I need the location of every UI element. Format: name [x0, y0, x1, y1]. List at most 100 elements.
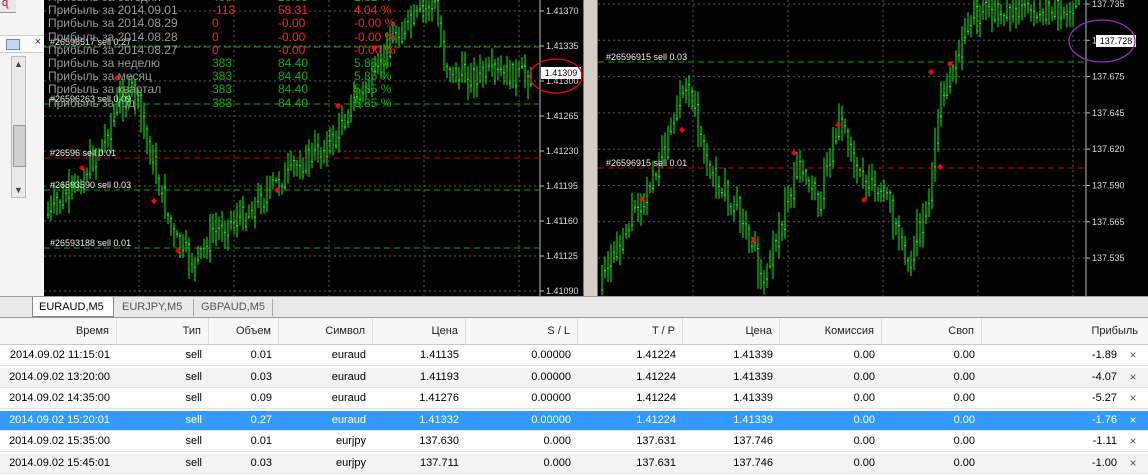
axis-tick-label: 1.41090 [546, 286, 579, 296]
table-cell: 0.00000 [531, 413, 571, 426]
table-cell: 2014.09.02 15:45:01 [9, 456, 110, 469]
overlay-value-3: -0.00 % [354, 16, 396, 31]
table-cell: 1.41339 [733, 370, 773, 383]
column-header[interactable]: Тип [117, 318, 209, 344]
table-cell: 0.03 [250, 456, 272, 469]
column-header[interactable]: Цена [373, 318, 466, 344]
table-cell: -5.27 [1091, 392, 1117, 404]
table-cell: 1.41193 [420, 370, 459, 383]
axis-tick-label: 137.590 [1092, 181, 1125, 191]
overlay-label: Прибыль за месяц [48, 69, 152, 84]
table-cell: sell [185, 392, 202, 404]
table-cell: 1.41339 [733, 392, 773, 404]
overlay-value-1: 383 [212, 69, 233, 84]
table-cell: 0.27 [250, 413, 272, 426]
overlay-label: Прибыль за 2014.08.29 [48, 16, 178, 31]
table-cell: 2014.09.02 14:35:00 [9, 392, 110, 404]
scroll-up-icon[interactable]: ▲ [14, 59, 23, 69]
column-header[interactable]: Символ [279, 318, 373, 344]
table-row[interactable]: 2014.09.02 14:35:00 sell 0.09 euraud 1.41276… [0, 389, 1148, 409]
table-cell: 2014.09.02 15:35:00 [9, 435, 110, 447]
overlay-value-2: 84.40 [278, 69, 309, 84]
column-header[interactable]: Комиссия [780, 318, 882, 344]
overlay-label: Прибыль за неделю [48, 56, 160, 70]
tab-euraud-m5[interactable]: EURAUD,M5 [32, 297, 114, 317]
close-order-icon[interactable]: × [1124, 411, 1142, 430]
close-order-icon[interactable]: × [1124, 454, 1142, 473]
table-row[interactable]: 2014.09.02 15:35:00 sell 0.01 eurjpy 137.630… [0, 432, 1148, 452]
table-cell: 0.01 [250, 435, 272, 447]
table-cell: 137.746 [733, 435, 773, 447]
close-order-icon[interactable]: × [1124, 389, 1142, 408]
table-cell: 0.00 [953, 370, 975, 383]
table-cell: 1.41135 [420, 349, 459, 361]
column-header[interactable]: T / P [578, 318, 683, 344]
table-cell: 0.00 [853, 370, 875, 383]
scroll-down-icon[interactable]: ▼ [14, 185, 23, 195]
trade-arrow [151, 198, 157, 204]
table-cell: 0.000 [543, 435, 571, 447]
table-row[interactable]: 2014.09.02 13:20:00 sell 0.03 euraud 1.41193… [0, 367, 1148, 388]
eurjpy-price-plot[interactable]: 137.735137.705137.675137.645137.620137.5… [598, 0, 1148, 296]
column-header[interactable]: Цена [683, 318, 780, 344]
column-header[interactable]: Объем [209, 318, 279, 344]
axis-tick-label: 1.41230 [546, 146, 579, 156]
overlay-value-1: 0 [212, 29, 219, 44]
chart-separator[interactable] [583, 0, 598, 296]
table-row[interactable]: 2014.09.02 15:45:01 sell 0.03 eurjpy 137.711… [0, 453, 1148, 474]
overlay-value-1: 383 [212, 95, 233, 110]
overlay-value-1: 0 [212, 16, 219, 31]
table-cell: 1.41224 [636, 349, 676, 361]
table-row[interactable]: 2014.09.02 15:20:01 sell 0.27 euraud 1.41332… [0, 410, 1148, 431]
table-cell: euraud [331, 392, 366, 404]
table-cell: euraud [331, 370, 366, 383]
table-cell: 0.00 [953, 435, 975, 447]
overlay-value-3: -0.00 % [354, 42, 396, 57]
table-cell: -1.89 [1091, 349, 1117, 361]
table-cell: 0.00 [853, 413, 875, 426]
table-cell: 137.631 [636, 435, 676, 447]
tab-gbpaud-m5[interactable]: GBPAUD,M5 [195, 299, 273, 316]
panel-tab-icon[interactable] [6, 39, 20, 50]
overlay-value-2: -0.00 [278, 29, 306, 44]
overlay-value-1: 383 [212, 56, 233, 70]
trade-label: #26596915 sell 0.01 [606, 158, 687, 168]
table-cell: sell [185, 370, 202, 383]
table-cell: 137.711 [420, 456, 459, 469]
panel-tabstrip: × [0, 35, 44, 53]
panel-header: ɋ [0, 0, 16, 13]
trade-label: #26596 sell 0.01 [50, 148, 116, 158]
table-cell: 0.00 [953, 349, 975, 361]
column-header[interactable]: Прибыль [982, 318, 1148, 344]
table-cell: 0.00 [853, 435, 875, 447]
price-tag-euraud: 1.41309 [541, 67, 581, 79]
table-cell: 0.00000 [531, 349, 571, 361]
chart-eurjpy-m5[interactable]: 137.735137.705137.675137.645137.620137.5… [598, 0, 1148, 296]
overlay-label: Прибыль за 2014.08.28 [48, 29, 178, 44]
scroll-thumb[interactable] [13, 125, 26, 167]
orders-table: Время Тип Объем Символ Цена S / LT / P Цена Ком… [0, 318, 1148, 474]
table-row[interactable]: 2014.09.02 11:15:01 sell 0.01 euraud 1.41135… [0, 346, 1148, 366]
table-cell: 1.41339 [733, 413, 773, 426]
axis-tick-label: 1.41370 [546, 6, 579, 16]
table-cell: 0.00 [853, 349, 875, 361]
axis-tick-label: 1.41335 [546, 41, 579, 51]
close-order-icon[interactable]: × [1124, 368, 1142, 387]
panel-scrollbar[interactable]: ▲ ▼ [11, 56, 26, 198]
overlay-label: Прибыль за год [48, 95, 136, 110]
overlay-value-2: 84.40 [278, 56, 309, 70]
close-order-icon[interactable]: × [1124, 432, 1142, 451]
panel-pin-icon[interactable]: × [35, 36, 41, 48]
panel-close-icon[interactable]: ɋ [2, 0, 8, 9]
column-header[interactable]: Своп [882, 318, 982, 344]
column-header[interactable]: S / L [466, 318, 578, 344]
chart-euraud-m5[interactable]: 1.41370 1.41335 1.41300 1.41265 1.41230 1.411… [44, 0, 583, 296]
axis-tick-label: 137.675 [1092, 72, 1125, 82]
trade-arrow [835, 122, 841, 128]
close-order-icon[interactable]: × [1124, 346, 1142, 365]
table-cell: 0.01 [250, 349, 272, 361]
overlay-label: Прибыль за квартал [48, 82, 162, 97]
column-header[interactable]: Время [0, 318, 117, 344]
tab-eurjpy-m5[interactable]: EURJPY,M5 [116, 299, 194, 316]
overlay-value-2: 58.31 [278, 3, 309, 18]
